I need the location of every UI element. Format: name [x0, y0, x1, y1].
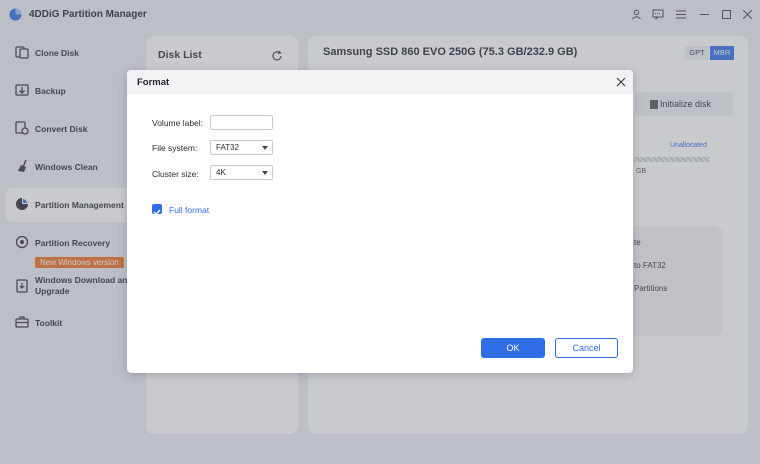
- full-format-label[interactable]: Full format: [169, 205, 209, 215]
- volume-label-label: Volume label:: [152, 118, 204, 128]
- full-format-checkbox[interactable]: [152, 204, 162, 216]
- file-system-label: File system:: [152, 143, 198, 153]
- ok-button[interactable]: OK: [481, 338, 545, 358]
- chevron-down-icon: [262, 171, 268, 175]
- volume-label-input[interactable]: [210, 115, 273, 130]
- cluster-size-label: Cluster size:: [152, 169, 199, 179]
- chevron-down-icon: [262, 146, 268, 150]
- dialog-header: Format: [127, 70, 633, 94]
- file-system-value: FAT32: [216, 143, 239, 152]
- close-icon[interactable]: [615, 76, 627, 88]
- format-dialog: Format Volume label: File system: FAT32 …: [127, 70, 633, 373]
- dialog-title: Format: [137, 77, 170, 88]
- cluster-size-value: 4K: [216, 168, 226, 177]
- cancel-button[interactable]: Cancel: [555, 338, 618, 358]
- cluster-size-select[interactable]: 4K: [210, 165, 273, 180]
- check-icon: [153, 209, 161, 216]
- file-system-select[interactable]: FAT32: [210, 140, 273, 155]
